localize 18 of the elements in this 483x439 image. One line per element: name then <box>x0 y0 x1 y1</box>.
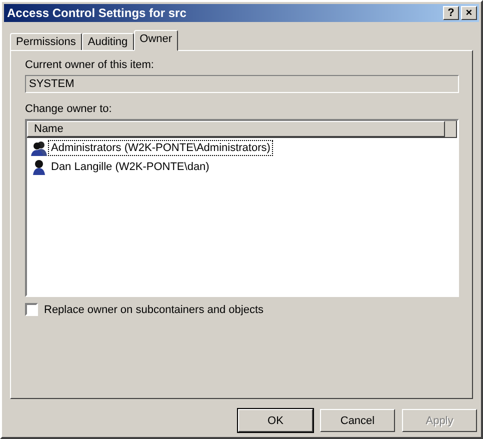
checkbox-label: Replace owner on subcontainers and objects <box>44 304 264 316</box>
list-item[interactable]: Dan Langille (W2K-PONTE\dan) <box>48 158 212 174</box>
list-label: Change owner to: <box>25 103 113 115</box>
window-title: Access Control Settings for src <box>7 6 186 20</box>
dialog-button[interactable]: Cancel <box>320 409 395 432</box>
users-icon <box>31 140 47 156</box>
column-header[interactable]: Name <box>27 121 445 137</box>
owner-field: SYSTEM <box>25 75 459 93</box>
tab[interactable]: Owner <box>134 30 178 51</box>
field-label: Current owner of this item: <box>25 59 155 71</box>
close-button[interactable]: × <box>461 6 477 20</box>
list-item[interactable]: Administrators (W2K-PONTE\Administrators) <box>48 140 274 156</box>
checkbox[interactable] <box>25 303 38 316</box>
tab[interactable]: Auditing <box>82 33 134 51</box>
dialog-button[interactable]: OK <box>238 409 313 432</box>
tab[interactable]: Permissions <box>10 33 82 51</box>
help-button[interactable]: ? <box>443 6 459 20</box>
user-icon <box>31 158 47 174</box>
